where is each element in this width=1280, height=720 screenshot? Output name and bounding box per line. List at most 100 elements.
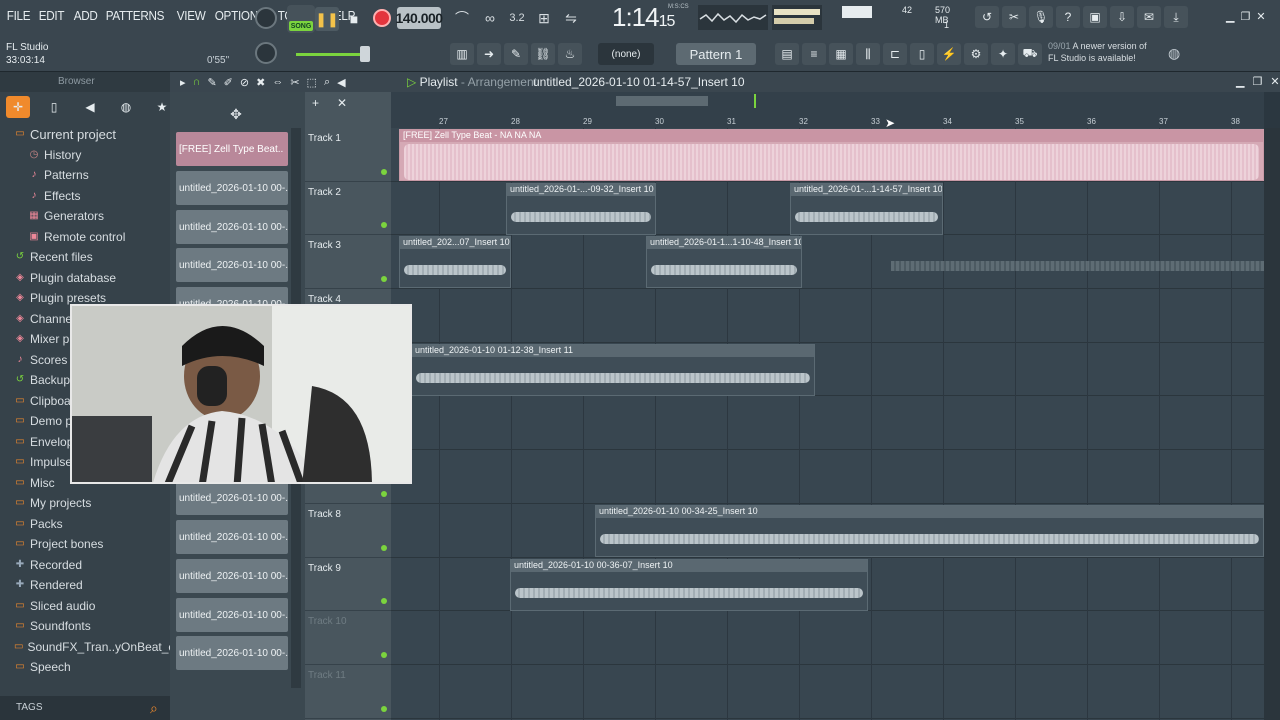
track-mute-led[interactable]: [381, 168, 387, 175]
master-volume-handle[interactable]: [360, 46, 370, 62]
clip-source-item[interactable]: untitled_2026-01-10 00-..: [176, 481, 288, 516]
help-icon[interactable]: ?: [1056, 6, 1080, 28]
search-icon[interactable]: ⌕: [150, 700, 158, 717]
track-header[interactable]: Track 11: [305, 665, 391, 719]
audio-clip[interactable]: untitled_2026-01-...1-14-57_Insert 10: [790, 182, 943, 235]
track-header[interactable]: Track 8: [305, 504, 391, 558]
stop-button[interactable]: ■: [342, 7, 366, 31]
zoom-icon[interactable]: ⌕: [324, 76, 330, 89]
undo-icon[interactable]: ↺: [975, 6, 999, 28]
overview-scroll-handle[interactable]: [616, 96, 708, 106]
pattern-selector[interactable]: (none): [598, 43, 654, 65]
countdown-icon[interactable]: 3.2: [505, 7, 529, 29]
browser-item[interactable]: ♪ Effects: [0, 186, 170, 206]
browser-item[interactable]: ▭ My projects: [0, 493, 170, 513]
browser-item[interactable]: ▭ Project bones: [0, 534, 170, 554]
browser-item[interactable]: ↺ Recent files: [0, 247, 170, 267]
delete-icon[interactable]: ⊘: [240, 76, 249, 89]
track-header[interactable]: Track 9: [305, 558, 391, 612]
close-icon[interactable]: ✕: [1256, 10, 1265, 23]
piano-icon[interactable]: ▥: [450, 43, 474, 65]
slip-icon[interactable]: ⇔: [272, 76, 283, 89]
playlist-grid[interactable]: [FREE] Zell Type Beat - NA NA NA untitled…: [391, 128, 1264, 720]
track-mute-led[interactable]: [381, 276, 387, 283]
playlist-lane[interactable]: [391, 450, 1264, 504]
arrow-icon[interactable]: ➜: [477, 43, 501, 65]
browser-item[interactable]: ◷ History: [0, 145, 170, 165]
audio-clip[interactable]: untitled_2026-01-...-09-32_Insert 10: [506, 182, 656, 235]
clip-source-item[interactable]: untitled_2026-01-10 00-..: [176, 636, 288, 671]
audio-clip[interactable]: untitled_2026-01-10 01-12-38_Insert 11: [411, 343, 815, 396]
file-icon[interactable]: ▯: [910, 43, 934, 65]
playhead-marker[interactable]: [754, 94, 756, 108]
cart-icon[interactable]: ⛟: [1018, 43, 1042, 65]
clip-source-item[interactable]: untitled_2026-01-10 00-..: [176, 558, 288, 593]
clip-source-item[interactable]: untitled_2026-01-10 00-..: [176, 520, 288, 554]
audio-clip[interactable]: [FREE] Zell Type Beat - NA NA NA: [399, 129, 1264, 181]
wrench-icon[interactable]: ✦: [991, 43, 1015, 65]
playlist-menu-icon[interactable]: ▸: [180, 76, 186, 89]
menu-edit[interactable]: EDIT: [36, 8, 67, 28]
clip-source-item[interactable]: untitled_2026-01-10 00-..: [176, 248, 288, 283]
magnet-icon[interactable]: ∩: [193, 76, 201, 89]
pattern-song-toggle[interactable]: SONG: [287, 5, 315, 33]
browser-globe-icon[interactable]: ◍: [114, 96, 138, 118]
browser-all-icon[interactable]: ✛: [6, 96, 30, 118]
chat-icon[interactable]: ✉: [1137, 6, 1161, 28]
vertical-scrollbar[interactable]: [1264, 128, 1280, 720]
track-mute-led[interactable]: [381, 705, 387, 712]
select-icon[interactable]: ⬚: [307, 76, 317, 89]
audio-clip[interactable]: untitled_2026-01-1...1-10-48_Insert 10: [646, 236, 802, 289]
stamp-icon[interactable]: ♨: [558, 43, 582, 65]
browser-item[interactable]: ▣ Remote control: [0, 227, 170, 247]
track-header[interactable]: Track 1: [305, 128, 391, 182]
globe-icon[interactable]: ◍: [1168, 45, 1180, 62]
restore-icon[interactable]: ❐: [1240, 10, 1250, 23]
clip-source-item[interactable]: untitled_2026-01-10 00-..: [176, 209, 288, 244]
piano-roll-icon[interactable]: ≡: [802, 43, 826, 65]
hint-bar[interactable]: 09/01 A newer version of FL Studio is av…: [1048, 40, 1168, 64]
clip-source-move-icon[interactable]: ✥: [180, 100, 292, 130]
track-mute-led[interactable]: [381, 544, 387, 551]
save-icon[interactable]: ▣: [1083, 6, 1107, 28]
pattern-name[interactable]: Pattern 1: [676, 43, 756, 65]
tempo-display[interactable]: 140.000: [395, 7, 443, 29]
playlist-minimize-icon[interactable]: ▁: [1236, 75, 1244, 88]
audio-clip[interactable]: untitled_2026-01-10 00-34-25_Insert 10: [595, 504, 1264, 557]
master-pitch-knob[interactable]: [255, 7, 277, 29]
browser-item[interactable]: ▭ Packs: [0, 514, 170, 534]
link-icon[interactable]: ⛓: [531, 43, 555, 65]
metronome-icon[interactable]: ⌒: [450, 7, 474, 29]
browser-item[interactable]: ◈ Plugin database: [0, 268, 170, 288]
tree-icon[interactable]: ⊏: [883, 43, 907, 65]
audio-clip[interactable]: untitled_202...07_Insert 10: [399, 236, 511, 289]
audio-clip[interactable]: untitled_2026-01-10 00-36-07_Insert 10: [510, 558, 868, 611]
render-icon[interactable]: ⇩: [1110, 6, 1134, 28]
paint-icon[interactable]: ✐: [224, 76, 233, 89]
browser-item[interactable]: ▭ SoundFX_Tran..yOnBeat_com: [0, 637, 191, 657]
track-mute-led[interactable]: [381, 598, 387, 605]
playback-icon[interactable]: ◀: [337, 76, 345, 89]
browser-item[interactable]: ✚ Rendered: [0, 575, 170, 595]
track-mute-led[interactable]: [381, 222, 387, 229]
menu-file[interactable]: FILE: [4, 8, 33, 28]
track-mute-led[interactable]: [381, 651, 387, 658]
timeline-ruler[interactable]: [391, 92, 1264, 128]
browser-item[interactable]: ▭ Speech: [0, 657, 170, 677]
slice-icon[interactable]: ✂: [290, 76, 299, 89]
browser-item[interactable]: ▭ Sliced audio: [0, 596, 170, 616]
browser-file-icon[interactable]: ▯: [42, 96, 66, 118]
cut-icon[interactable]: ✂: [1002, 6, 1026, 28]
menu-patterns[interactable]: PATTERNS: [103, 8, 167, 28]
track-header[interactable]: Track 10: [305, 611, 391, 665]
playlist-close-icon[interactable]: ✕: [1270, 75, 1279, 88]
playlist-lane[interactable]: [391, 397, 1264, 451]
clip-source-item[interactable]: [FREE] Zell Type Beat..: [176, 132, 288, 166]
playlist-lane[interactable]: [391, 289, 1264, 343]
blend-notes-icon[interactable]: ⇋: [559, 7, 583, 29]
master-volume-knob[interactable]: [255, 42, 277, 64]
track-header[interactable]: Track 2: [305, 182, 391, 236]
mute-icon[interactable]: ✖: [256, 76, 265, 89]
clip-source-item[interactable]: untitled_2026-01-10 00-..: [176, 170, 288, 205]
browser-item[interactable]: ♪ Patterns: [0, 165, 170, 185]
